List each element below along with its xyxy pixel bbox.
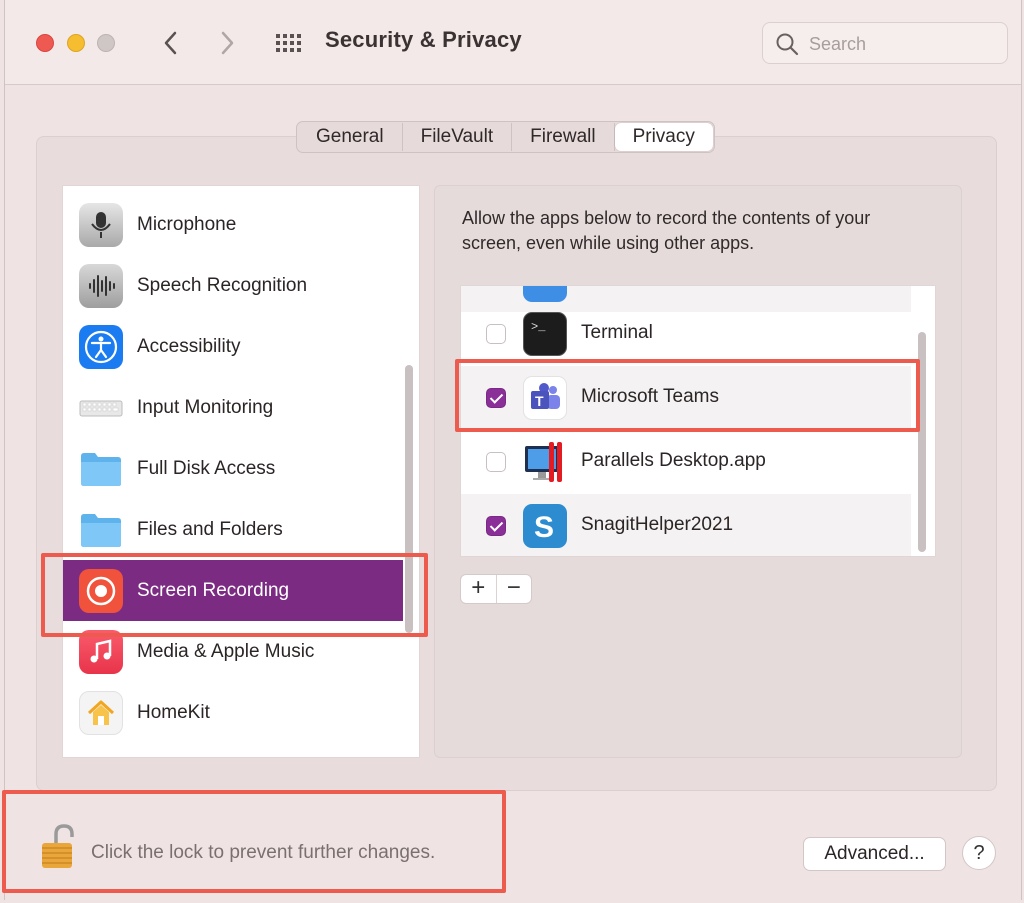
sidebar-item-homekit[interactable]: HomeKit xyxy=(63,682,403,743)
search-input[interactable] xyxy=(807,31,1001,57)
tab-privacy[interactable]: Privacy xyxy=(614,123,713,151)
grid-icon xyxy=(276,34,301,52)
chevron-left-icon xyxy=(164,31,177,55)
tab-general[interactable]: General xyxy=(298,123,403,151)
sidebar-item-label: Input Monitoring xyxy=(137,396,274,418)
folder-icon xyxy=(79,447,123,491)
terminal-checkbox[interactable] xyxy=(486,324,506,344)
back-button[interactable] xyxy=(157,28,185,58)
sidebar-item-label: Media & Apple Music xyxy=(137,640,315,662)
app-icon xyxy=(523,286,567,302)
keyboard-icon xyxy=(79,386,123,430)
zoom-button[interactable] xyxy=(97,34,115,52)
sidebar-item-accessibility[interactable]: Accessibility xyxy=(63,316,403,377)
parallels-icon xyxy=(523,440,567,484)
sidebar-item-label: Accessibility xyxy=(137,335,241,357)
microphone-icon xyxy=(79,202,123,247)
waveform-icon xyxy=(79,263,123,308)
show-all-button[interactable] xyxy=(273,28,305,58)
help-button[interactable]: ? xyxy=(962,836,996,870)
svg-text:S: S xyxy=(534,511,554,544)
tab-bar: General FileVault Firewall Privacy xyxy=(296,121,715,153)
app-row-terminal[interactable]: >_ Terminal xyxy=(461,302,911,366)
sidebar-item-microphone[interactable]: Microphone xyxy=(63,194,403,255)
sidebar-item-speech-recognition[interactable]: Speech Recognition xyxy=(63,255,403,316)
app-name: Parallels Desktop.app xyxy=(581,450,766,471)
app-row-snagithelper[interactable]: S SnagitHelper2021 xyxy=(461,494,911,556)
sidebar-item-label: Files and Folders xyxy=(137,518,283,540)
search-field[interactable] xyxy=(762,22,1008,64)
remove-app-button[interactable]: − xyxy=(497,575,532,603)
window-title: Security & Privacy xyxy=(325,27,522,52)
highlight-box xyxy=(41,553,428,637)
folder-icon xyxy=(79,508,123,552)
minimize-button[interactable] xyxy=(67,34,85,52)
parallels-checkbox[interactable] xyxy=(486,452,506,472)
sidebar-item-label: Microphone xyxy=(137,213,237,235)
snagit-icon: S xyxy=(523,504,567,548)
permission-description: Allow the apps below to record the conte… xyxy=(462,208,871,253)
close-button[interactable] xyxy=(36,34,54,52)
privacy-category-list[interactable]: Microphone Speech Recognition Accessibil… xyxy=(62,185,420,758)
highlight-box xyxy=(2,790,506,893)
sidebar-item-files-and-folders[interactable]: Files and Folders xyxy=(63,499,403,560)
sidebar-item-full-disk-access[interactable]: Full Disk Access xyxy=(63,438,403,499)
tab-firewall[interactable]: Firewall xyxy=(512,123,615,151)
svg-text:>_: >_ xyxy=(531,320,546,334)
home-icon xyxy=(79,690,123,735)
title-bar: Security & Privacy xyxy=(5,0,1021,85)
sidebar-item-label: HomeKit xyxy=(137,701,210,723)
terminal-icon: >_ xyxy=(523,312,567,356)
app-name: Terminal xyxy=(581,322,653,343)
snagit-checkbox[interactable] xyxy=(486,516,506,536)
add-remove-control: + − xyxy=(460,574,532,604)
advanced-button[interactable]: Advanced... xyxy=(803,837,946,871)
search-icon xyxy=(776,33,799,56)
accessibility-icon xyxy=(79,324,123,369)
chevron-right-icon xyxy=(221,31,234,55)
highlight-box xyxy=(455,359,920,432)
sidebar-item-label: Speech Recognition xyxy=(137,274,308,296)
tab-filevault[interactable]: FileVault xyxy=(403,123,513,151)
sidebar-item-input-monitoring[interactable]: Input Monitoring xyxy=(63,377,403,438)
app-name: SnagitHelper2021 xyxy=(581,514,734,535)
forward-button[interactable] xyxy=(213,28,241,58)
add-app-button[interactable]: + xyxy=(461,575,497,603)
sidebar-item-label: Full Disk Access xyxy=(137,457,276,479)
app-row-parallels-desktop[interactable]: Parallels Desktop.app xyxy=(461,430,911,494)
